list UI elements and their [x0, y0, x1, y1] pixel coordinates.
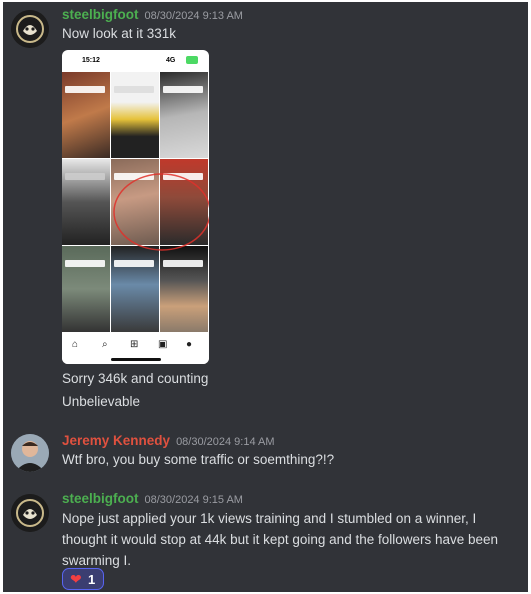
profile-icon: ●	[186, 339, 193, 350]
phone-bottom-nav: ⌂ ⌕ ⊞ ▣ ●	[62, 334, 209, 364]
add-icon: ⊞	[130, 339, 139, 350]
timestamp: 08/30/2024 9:15 AM	[144, 494, 243, 506]
username[interactable]: steelbigfoot	[62, 7, 139, 22]
message-text: Nope just applied your 1k views training…	[62, 511, 477, 526]
avatar[interactable]	[11, 494, 49, 532]
message-text: thought it would stop at 44k but it kept…	[62, 532, 499, 547]
image-attachment[interactable]: 15:12 4G ⌂ ⌕ ⊞ ▣ ●	[62, 50, 209, 364]
reaction-count: 1	[88, 572, 96, 587]
inbox-icon: ▣	[158, 339, 168, 350]
message-text: Sorry 346k and counting	[62, 371, 209, 386]
username[interactable]: steelbigfoot	[62, 491, 139, 506]
heart-reaction-button[interactable]: ❤ 1	[62, 568, 104, 590]
avatar[interactable]	[11, 10, 49, 48]
message-text: Now look at it 331k	[62, 26, 177, 41]
signal-indicator: 4G	[166, 57, 176, 64]
message-text: Unbelievable	[62, 394, 141, 409]
home-indicator	[111, 358, 161, 361]
chat-channel: steelbigfoot 08/30/2024 9:13 AM Now look …	[3, 2, 528, 592]
timestamp: 08/30/2024 9:14 AM	[176, 436, 275, 448]
phone-clock: 15:12	[82, 57, 100, 64]
red-circle-annotation	[113, 173, 209, 251]
video-grid	[62, 72, 209, 334]
message-header: steelbigfoot 08/30/2024 9:15 AM	[62, 490, 243, 508]
heart-icon: ❤	[70, 571, 82, 587]
message-header: Jeremy Kennedy 08/30/2024 9:14 AM	[62, 432, 275, 450]
message-text: Wtf bro, you buy some traffic or soemthi…	[62, 452, 335, 467]
battery-icon	[186, 56, 198, 64]
timestamp: 08/30/2024 9:13 AM	[144, 10, 243, 22]
message-header: steelbigfoot 08/30/2024 9:13 AM	[62, 6, 243, 24]
username[interactable]: Jeremy Kennedy	[62, 433, 170, 448]
home-icon: ⌂	[72, 339, 79, 350]
phone-status-bar: 15:12 4G	[62, 50, 209, 72]
message-text: swarming I.	[62, 553, 132, 568]
search-icon: ⌕	[102, 339, 108, 350]
avatar[interactable]	[11, 434, 49, 472]
